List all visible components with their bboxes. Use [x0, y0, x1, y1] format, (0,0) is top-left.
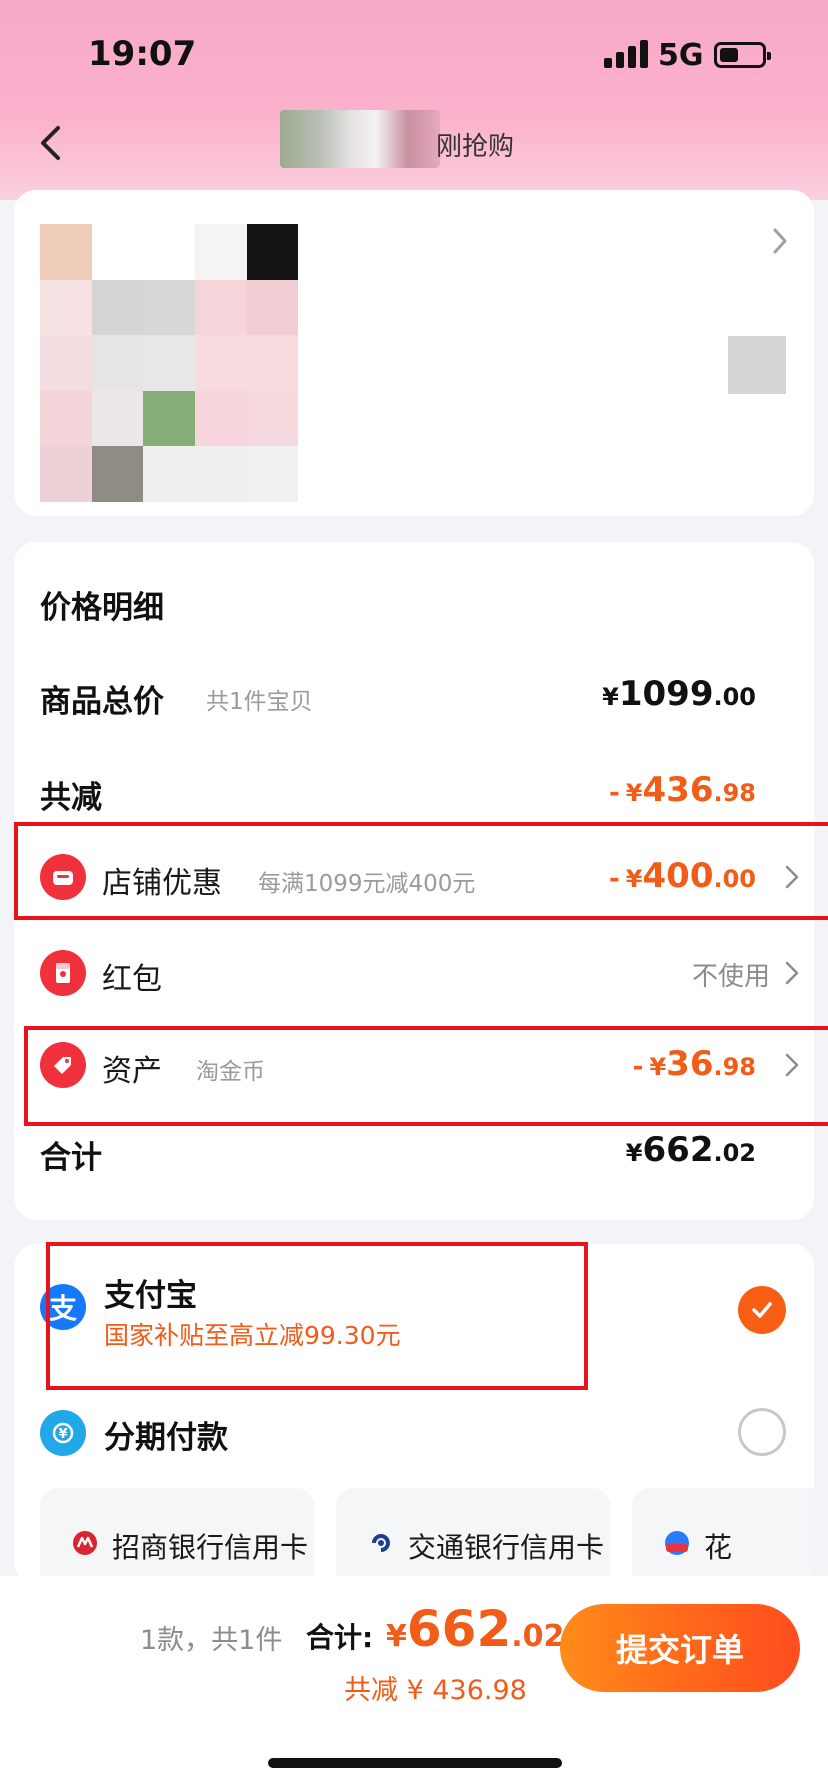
red-packet-value: 不使用 [691, 962, 770, 992]
bank-chip-label: 花 [704, 1531, 733, 1564]
price-detail-card: 价格明细 商品总价 共1件宝贝 ¥1099.00 共减 - ¥436.98 店铺优… [14, 542, 814, 1220]
total-discount-label: 共减 [40, 780, 102, 816]
product-card[interactable] [14, 190, 814, 516]
chevron-right-icon [784, 960, 800, 986]
goods-total-label: 商品总价 [40, 684, 164, 720]
shop-discount-value: - ¥400.00 [609, 856, 756, 896]
bank-chip-label: 招商银行信用卡 [112, 1531, 309, 1564]
status-bar: 19:07 5G [0, 0, 828, 110]
shop-discount-row[interactable]: 店铺优惠 每满1099元减400元 - ¥400.00 [40, 848, 800, 908]
shop-icon [40, 854, 86, 900]
shop-avatar-blurred [280, 110, 440, 168]
tag-icon [40, 1042, 86, 1088]
alipay-icon: 支 [40, 1284, 86, 1330]
total-amount: ¥662.02 [386, 1600, 565, 1658]
alipay-radio-checked[interactable] [738, 1286, 786, 1334]
shop-discount-label: 店铺优惠 [102, 866, 222, 901]
battery-icon [714, 42, 771, 68]
saved-amount: 共减 ¥ 436.98 [344, 1675, 527, 1706]
red-packet-icon [40, 950, 86, 996]
goods-count: 共1件宝贝 [206, 689, 313, 715]
signal-icon [604, 40, 648, 68]
bank-chip-huabei[interactable]: 花 [632, 1488, 814, 1584]
assets-value: - ¥36.98 [632, 1044, 756, 1084]
bank-chip-bocom[interactable]: 交通银行信用卡 [336, 1488, 610, 1584]
nav-title: 刚抢购 [436, 132, 515, 162]
bank-chip-label: 交通银行信用卡 [408, 1531, 605, 1564]
battery-level [720, 48, 738, 62]
chevron-left-icon [41, 126, 60, 160]
product-image [40, 224, 350, 502]
subtotal-value: ¥662.02 [625, 1130, 756, 1170]
home-indicator [268, 1758, 562, 1768]
bocom-bank-icon [372, 1534, 390, 1552]
back-button[interactable] [26, 118, 76, 168]
subtotal-label: 合计 [40, 1140, 102, 1176]
goods-total-row: 商品总价 共1件宝贝 ¥1099.00 [40, 666, 800, 726]
payment-card: 支 支付宝 国家补贴至高立减99.30元 ¥ 分期付款 招商银行信用卡 交通银行… [14, 1244, 814, 1584]
cmb-bank-icon [73, 1531, 97, 1555]
installment-icon: ¥ [40, 1410, 86, 1456]
bottom-bar: 1款，共1件 合计: ¥662.02 共减 ¥ 436.98 提交订单 [0, 1576, 828, 1792]
alipay-name: 支付宝 [104, 1278, 197, 1314]
subtotal-row: 合计 ¥662.02 [40, 1122, 800, 1182]
red-packet-row[interactable]: 红包 不使用 [40, 944, 800, 1004]
item-count: 1款，共1件 [140, 1625, 283, 1656]
assets-row[interactable]: 资产 淘金币 - ¥36.98 [40, 1036, 800, 1096]
shop-discount-rule: 每满1099元减400元 [258, 871, 476, 897]
submit-order-button[interactable]: 提交订单 [560, 1604, 800, 1692]
installment-radio[interactable] [738, 1408, 786, 1456]
chevron-right-icon [784, 864, 800, 890]
goods-total-value: ¥1099.00 [602, 674, 756, 714]
product-spec-placeholder [728, 336, 786, 394]
nav-bar: 刚抢购 [0, 110, 828, 180]
assets-label: 资产 [102, 1054, 162, 1089]
section-title: 价格明细 [40, 590, 164, 626]
status-time: 19:07 [88, 34, 197, 74]
huabei-installment-icon [665, 1531, 689, 1555]
assets-sub: 淘金币 [196, 1059, 265, 1085]
check-icon [752, 1302, 772, 1318]
red-packet-label: 红包 [102, 962, 162, 997]
total-label: 合计: [306, 1621, 374, 1654]
installment-name: 分期付款 [104, 1420, 228, 1456]
bank-chip-cmb[interactable]: 招商银行信用卡 [40, 1488, 314, 1584]
chevron-right-icon [784, 1052, 800, 1078]
chevron-right-icon [770, 226, 790, 256]
alipay-promo: 国家补贴至高立减99.30元 [104, 1321, 401, 1350]
total-discount-value: - ¥436.98 [609, 770, 756, 810]
total-discount-row: 共减 - ¥436.98 [40, 762, 800, 822]
svg-text:¥: ¥ [58, 1427, 67, 1442]
network-label: 5G [658, 38, 704, 73]
